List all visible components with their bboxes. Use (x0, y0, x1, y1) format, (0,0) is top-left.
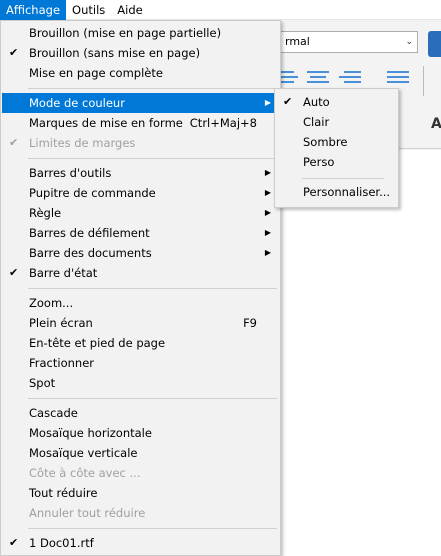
checkmark-icon: ✔ (9, 536, 19, 549)
menu-separator (28, 88, 277, 89)
menu-separator (28, 158, 277, 159)
checkmark-icon: ✔ (283, 95, 293, 108)
menu-item-label: Sombre (303, 135, 348, 149)
menu-item-tile-horizontal[interactable]: Mosaïque horizontale (2, 423, 279, 443)
menu-item-label: Zoom... (29, 296, 74, 310)
menu-item-label: Pupitre de commande (29, 186, 156, 200)
menu-item-label: Marques de mise en forme (29, 116, 183, 130)
submenu-arrow-icon: ▶ (264, 168, 271, 177)
menu-separator (28, 288, 277, 289)
menu-item-label: Brouillon (mise en page partielle) (29, 26, 222, 40)
menu-item-status-bar[interactable]: ✔ Barre d'état (2, 263, 279, 283)
style-combo[interactable]: rmal ⌄ (268, 31, 418, 53)
menu-item-label: Perso (303, 155, 335, 169)
menu-item-doc-bar[interactable]: Barre des documents ▶ (2, 243, 279, 263)
menu-item-label: Barres d'outils (29, 166, 112, 180)
menu-item-label: Auto (303, 95, 330, 109)
menu-item-tile-vertical[interactable]: Mosaïque verticale (2, 443, 279, 463)
menu-item-doc1[interactable]: ✔ 1 Doc01.rtf (2, 533, 279, 553)
menu-item-ruler[interactable]: Règle ▶ (2, 203, 279, 223)
menu-item-label: Fractionner (29, 356, 94, 370)
menu-item-label: Mosaïque horizontale (29, 426, 152, 440)
menu-aide[interactable]: Aide (111, 0, 148, 20)
menu-item-label: Spot (29, 376, 56, 390)
menu-item-draft-partial[interactable]: Brouillon (mise en page partielle) (2, 23, 279, 43)
affichage-dropdown: Brouillon (mise en page partielle) ✔ Bro… (0, 20, 281, 556)
submenu-arrow-icon: ▶ (264, 208, 271, 217)
menu-item-label: Mise en page complète (29, 66, 163, 80)
menu-item-spot[interactable]: Spot (2, 373, 279, 393)
menu-item-label: Cascade (29, 406, 78, 420)
align-justify-icon[interactable] (387, 68, 409, 90)
font-bold-letter: A (431, 116, 441, 132)
menu-item-header-footer[interactable]: En-tête et pied de page (2, 333, 279, 353)
menu-item-label: Barre d'état (29, 266, 98, 280)
menu-separator (302, 178, 384, 179)
checkmark-icon: ✔ (9, 136, 19, 149)
menu-item-color-mode[interactable]: Mode de couleur ▶ (2, 93, 279, 113)
menu-item-draft-no-layout[interactable]: ✔ Brouillon (sans mise en page) (2, 43, 279, 63)
menu-item-label: Tout réduire (29, 486, 98, 500)
menu-item-label: Barre des documents (29, 246, 152, 260)
submenu-arrow-icon: ▶ (264, 228, 271, 237)
menu-item-label: Mosaïque verticale (29, 446, 138, 460)
menu-item-scrollbars[interactable]: Barres de défilement ▶ (2, 223, 279, 243)
menu-item-zoom[interactable]: Zoom... (2, 293, 279, 313)
menu-item-fullscreen[interactable]: Plein écran F9 (2, 313, 279, 333)
toolbar-divider (423, 66, 424, 96)
menu-item-full-layout[interactable]: Mise en page complète (2, 63, 279, 83)
menu-item-label: En-tête et pied de page (29, 336, 166, 350)
menu-bar: Affichage Outils Aide (0, 0, 441, 20)
menu-item-label: Barres de défilement (29, 226, 150, 240)
align-right-icon[interactable] (339, 68, 361, 90)
shortcut-label: Ctrl+Maj+8 (189, 116, 257, 130)
menu-item-label: Personnaliser... (303, 185, 391, 199)
submenu-item-auto[interactable]: ✔ Auto (276, 92, 397, 112)
menu-outils[interactable]: Outils (66, 0, 111, 20)
submenu-item-dark[interactable]: Sombre (276, 132, 397, 152)
menu-item-toolbars[interactable]: Barres d'outils ▶ (2, 163, 279, 183)
menu-item-label: Règle (29, 206, 62, 220)
menu-item-label: Côte à côte avec ... (29, 466, 141, 480)
menu-item-label: Plein écran (29, 316, 93, 330)
menu-item-split[interactable]: Fractionner (2, 353, 279, 373)
chevron-down-icon[interactable]: ⌄ (405, 32, 413, 52)
shortcut-label: F9 (243, 316, 257, 330)
menu-item-label: Limites de marges (29, 136, 136, 150)
menu-item-label: Clair (303, 115, 330, 129)
menu-item-side-by-side: Côte à côte avec ... (2, 463, 279, 483)
submenu-item-light[interactable]: Clair (276, 112, 397, 132)
menu-item-restore-all: Annuler tout réduire (2, 503, 279, 523)
menu-item-format-marks[interactable]: Marques de mise en forme Ctrl+Maj+8 (2, 113, 279, 133)
menu-separator (28, 398, 277, 399)
style-combo-value: rmal (285, 35, 310, 48)
menu-item-label: 1 Doc01.rtf (29, 536, 94, 550)
styles-icon[interactable] (428, 31, 441, 57)
menu-item-minimize-all[interactable]: Tout réduire (2, 483, 279, 503)
menu-item-command-desk[interactable]: Pupitre de commande ▶ (2, 183, 279, 203)
submenu-arrow-icon: ▶ (264, 98, 271, 107)
submenu-arrow-icon: ▶ (264, 188, 271, 197)
menu-item-label: Annuler tout réduire (29, 506, 146, 520)
menu-item-cascade[interactable]: Cascade (2, 403, 279, 423)
menu-item-label: Brouillon (sans mise en page) (29, 46, 201, 60)
menu-item-label: Mode de couleur (29, 96, 125, 110)
submenu-item-customize[interactable]: Personnaliser... (276, 182, 397, 202)
menu-affichage[interactable]: Affichage (0, 0, 67, 20)
align-center-icon[interactable] (307, 68, 329, 90)
checkmark-icon: ✔ (9, 46, 19, 59)
menu-item-margin-limits: ✔ Limites de marges (2, 133, 279, 153)
submenu-item-custom[interactable]: Perso (276, 152, 397, 172)
checkmark-icon: ✔ (9, 266, 19, 279)
color-mode-submenu: ✔ Auto Clair Sombre Perso Personnaliser.… (274, 88, 399, 208)
submenu-arrow-icon: ▶ (264, 248, 271, 257)
menu-separator (28, 528, 277, 529)
